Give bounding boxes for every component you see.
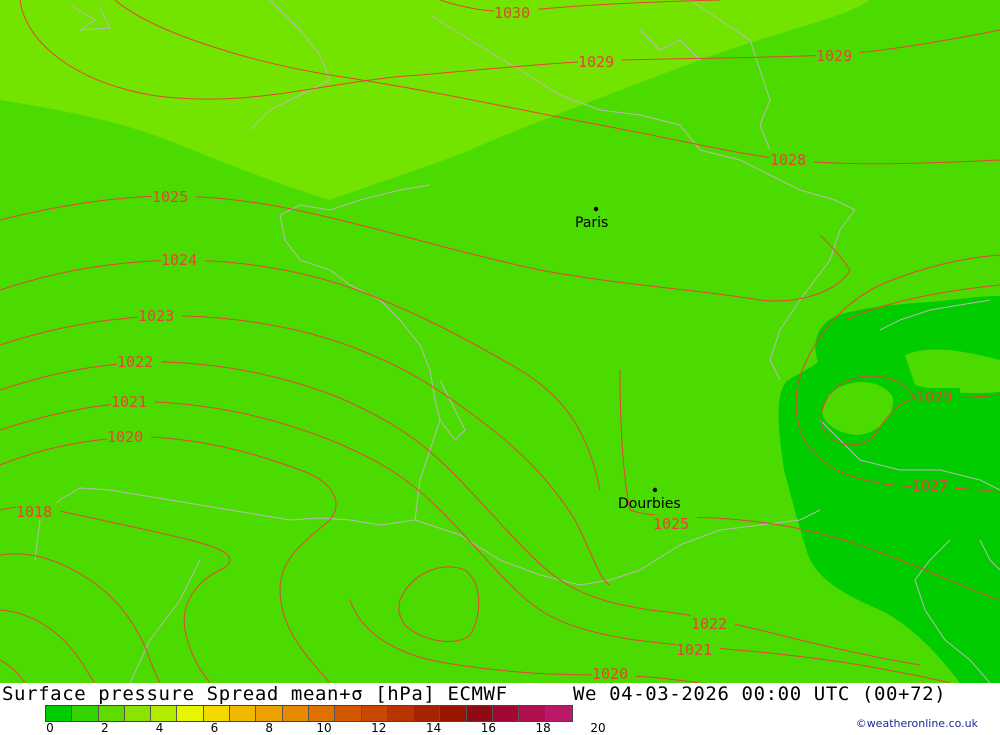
city-label-paris: Paris [575, 215, 608, 231]
scale-cell [545, 706, 572, 721]
scale-cell [308, 706, 336, 721]
isobar-label: 1023 [138, 307, 174, 325]
city-label-dourbies: Dourbies [618, 496, 681, 512]
pressure-spread-map: 1030 1029 1029 1028 1025 1024 1023 1022 … [0, 0, 1000, 683]
scale-cell [361, 706, 388, 721]
scale-cell [414, 706, 441, 721]
scale-cell [493, 706, 520, 721]
isobar-label: 1018 [16, 503, 52, 521]
scale-cell [177, 706, 204, 721]
isobar-label: 1029 [816, 47, 852, 65]
map-datetime: We 04-03-2026 00:00 UTC (00+72) [573, 683, 947, 705]
city-dot-paris [593, 206, 599, 212]
isobar-label: 1024 [161, 251, 197, 269]
isobar-label: 1029 [916, 388, 952, 406]
scale-cell [256, 706, 283, 721]
scale-cell [387, 706, 415, 721]
isobar-label: 1030 [494, 4, 530, 22]
scale-cell [519, 706, 546, 721]
isobar-label: 1021 [676, 641, 712, 659]
isobar-label: 1020 [592, 665, 628, 683]
scale-cell [466, 706, 494, 721]
city-dot-dourbies [652, 487, 658, 493]
scale-cell [230, 706, 257, 721]
footer: Surface pressure Spread mean+σ [hPa] ECM… [0, 683, 1000, 735]
scale-cell [72, 706, 99, 721]
isobar-label: 1027 [912, 477, 948, 495]
credit-text: ©weatheronline.co.uk [855, 717, 978, 730]
isobar-label: 1020 [107, 428, 143, 446]
scale-cell [124, 706, 152, 721]
isobar-label: 1025 [152, 188, 188, 206]
scale-cell [46, 706, 73, 721]
scale-cell [203, 706, 231, 721]
isobar-label: 1028 [770, 151, 806, 169]
scale-cell [440, 706, 467, 721]
color-scale-bar [45, 705, 573, 722]
isobar-label: 1022 [117, 353, 153, 371]
isobar-label: 1021 [111, 393, 147, 411]
isobar-label: 1022 [691, 615, 727, 633]
isobar-label: 1029 [578, 53, 614, 71]
scale-cell [151, 706, 178, 721]
scale-cell [335, 706, 362, 721]
scale-cell [98, 706, 125, 721]
scale-cell [282, 706, 309, 721]
isobar-label: 1025 [653, 515, 689, 533]
map-title: Surface pressure Spread mean+σ [hPa] ECM… [2, 683, 508, 705]
